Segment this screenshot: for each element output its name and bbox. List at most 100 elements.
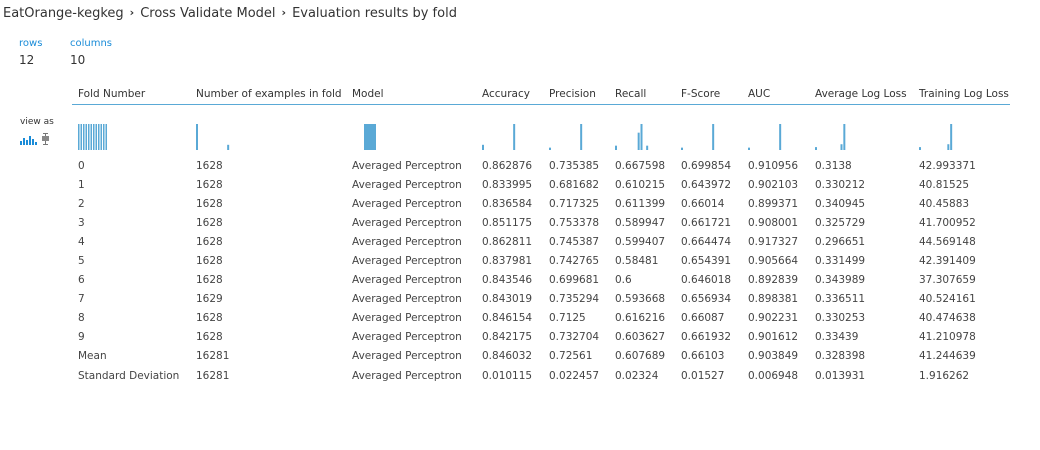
table-cell[interactable]: 40.81525: [913, 175, 1010, 194]
table-cell[interactable]: 41.700952: [913, 213, 1010, 232]
table-cell[interactable]: 0.343989: [809, 271, 913, 290]
table-cell[interactable]: 0.616216: [609, 309, 675, 328]
table-cell[interactable]: 0.66087: [675, 309, 742, 328]
table-cell[interactable]: Averaged Perceptron: [346, 251, 476, 270]
table-cell[interactable]: 0.3138: [809, 156, 913, 175]
table-cell[interactable]: 0.753378: [543, 213, 609, 232]
table-cell[interactable]: 0.699854: [675, 156, 742, 175]
table-cell[interactable]: 0.656934: [675, 290, 742, 309]
column-histogram[interactable]: [476, 105, 543, 157]
table-cell[interactable]: 0.681682: [543, 175, 609, 194]
table-cell[interactable]: 0.599407: [609, 232, 675, 251]
table-cell[interactable]: 0.836584: [476, 194, 543, 213]
table-cell[interactable]: 40.524161: [913, 290, 1010, 309]
table-cell[interactable]: Averaged Perceptron: [346, 232, 476, 251]
table-cell[interactable]: 0.902103: [742, 175, 809, 194]
table-cell[interactable]: 1.916262: [913, 366, 1010, 385]
column-header[interactable]: Model: [346, 84, 476, 105]
table-cell[interactable]: 0.899371: [742, 194, 809, 213]
table-cell[interactable]: 6: [72, 271, 190, 290]
table-cell[interactable]: 0.01527: [675, 366, 742, 385]
column-header[interactable]: Average Log Loss: [809, 84, 913, 105]
table-cell[interactable]: 0.607689: [609, 347, 675, 366]
table-cell[interactable]: Averaged Perceptron: [346, 271, 476, 290]
table-cell[interactable]: 0.862876: [476, 156, 543, 175]
table-cell[interactable]: 41.210978: [913, 328, 1010, 347]
column-header[interactable]: Recall: [609, 84, 675, 105]
table-cell[interactable]: 0.661932: [675, 328, 742, 347]
table-cell[interactable]: 1628: [190, 156, 346, 175]
column-histogram[interactable]: [742, 105, 809, 157]
table-cell[interactable]: 0.330253: [809, 309, 913, 328]
column-header[interactable]: Number of examples in fold: [190, 84, 346, 105]
column-histogram[interactable]: [190, 105, 346, 157]
table-cell[interactable]: Standard Deviation: [72, 366, 190, 385]
table-cell[interactable]: 9: [72, 328, 190, 347]
table-cell[interactable]: 0.901612: [742, 328, 809, 347]
table-cell[interactable]: 0.013931: [809, 366, 913, 385]
table-cell[interactable]: 0.833995: [476, 175, 543, 194]
table-cell[interactable]: 0.58481: [609, 251, 675, 270]
table-cell[interactable]: 1628: [190, 251, 346, 270]
table-cell[interactable]: 0.843546: [476, 271, 543, 290]
column-header[interactable]: F-Score: [675, 84, 742, 105]
table-cell[interactable]: 5: [72, 251, 190, 270]
table-cell[interactable]: 0.593668: [609, 290, 675, 309]
table-cell[interactable]: 0.661721: [675, 213, 742, 232]
table-cell[interactable]: 0.699681: [543, 271, 609, 290]
table-cell[interactable]: 0.328398: [809, 347, 913, 366]
bar-chart-icon[interactable]: [20, 130, 37, 149]
table-cell[interactable]: 0.842175: [476, 328, 543, 347]
table-cell[interactable]: 1: [72, 175, 190, 194]
table-cell[interactable]: 0.611399: [609, 194, 675, 213]
table-cell[interactable]: 0.898381: [742, 290, 809, 309]
table-cell[interactable]: 0.745387: [543, 232, 609, 251]
table-cell[interactable]: 1628: [190, 232, 346, 251]
table-cell[interactable]: 1628: [190, 175, 346, 194]
table-cell[interactable]: 0.6: [609, 271, 675, 290]
table-cell[interactable]: Averaged Perceptron: [346, 309, 476, 328]
table-cell[interactable]: 0.603627: [609, 328, 675, 347]
table-cell[interactable]: 16281: [190, 347, 346, 366]
table-cell[interactable]: Averaged Perceptron: [346, 328, 476, 347]
column-header[interactable]: Fold Number: [72, 84, 190, 105]
table-cell[interactable]: 0.910956: [742, 156, 809, 175]
table-cell[interactable]: 2: [72, 194, 190, 213]
table-cell[interactable]: Averaged Perceptron: [346, 366, 476, 385]
column-header[interactable]: Precision: [543, 84, 609, 105]
table-cell[interactable]: 0.851175: [476, 213, 543, 232]
table-cell[interactable]: 0.7125: [543, 309, 609, 328]
table-cell[interactable]: 0.643972: [675, 175, 742, 194]
column-histogram[interactable]: [543, 105, 609, 157]
table-cell[interactable]: 0.325729: [809, 213, 913, 232]
table-cell[interactable]: 0.667598: [609, 156, 675, 175]
table-cell[interactable]: 0.902231: [742, 309, 809, 328]
table-cell[interactable]: 0.846032: [476, 347, 543, 366]
table-cell[interactable]: 8: [72, 309, 190, 328]
table-cell[interactable]: Averaged Perceptron: [346, 213, 476, 232]
table-cell[interactable]: 0.02324: [609, 366, 675, 385]
table-cell[interactable]: 41.244639: [913, 347, 1010, 366]
table-cell[interactable]: 1628: [190, 328, 346, 347]
column-header[interactable]: Accuracy: [476, 84, 543, 105]
table-cell[interactable]: 0.72561: [543, 347, 609, 366]
table-cell[interactable]: 0.66103: [675, 347, 742, 366]
table-cell[interactable]: 42.993371: [913, 156, 1010, 175]
table-cell[interactable]: 3: [72, 213, 190, 232]
table-cell[interactable]: 0.589947: [609, 213, 675, 232]
table-cell[interactable]: 0.66014: [675, 194, 742, 213]
table-cell[interactable]: 0.646018: [675, 271, 742, 290]
column-histogram[interactable]: [609, 105, 675, 157]
column-histogram[interactable]: [809, 105, 913, 157]
column-histogram[interactable]: [346, 105, 476, 157]
table-cell[interactable]: 0.336511: [809, 290, 913, 309]
table-cell[interactable]: 0.903849: [742, 347, 809, 366]
breadcrumb-item-experiment[interactable]: EatOrange-kegkeg: [3, 6, 124, 21]
table-cell[interactable]: 0.330212: [809, 175, 913, 194]
table-cell[interactable]: 40.474638: [913, 309, 1010, 328]
table-cell[interactable]: 0.735385: [543, 156, 609, 175]
breadcrumb-item-module[interactable]: Cross Validate Model: [140, 6, 275, 21]
table-cell[interactable]: 1628: [190, 194, 346, 213]
table-cell[interactable]: Averaged Perceptron: [346, 175, 476, 194]
table-cell[interactable]: 0.732704: [543, 328, 609, 347]
